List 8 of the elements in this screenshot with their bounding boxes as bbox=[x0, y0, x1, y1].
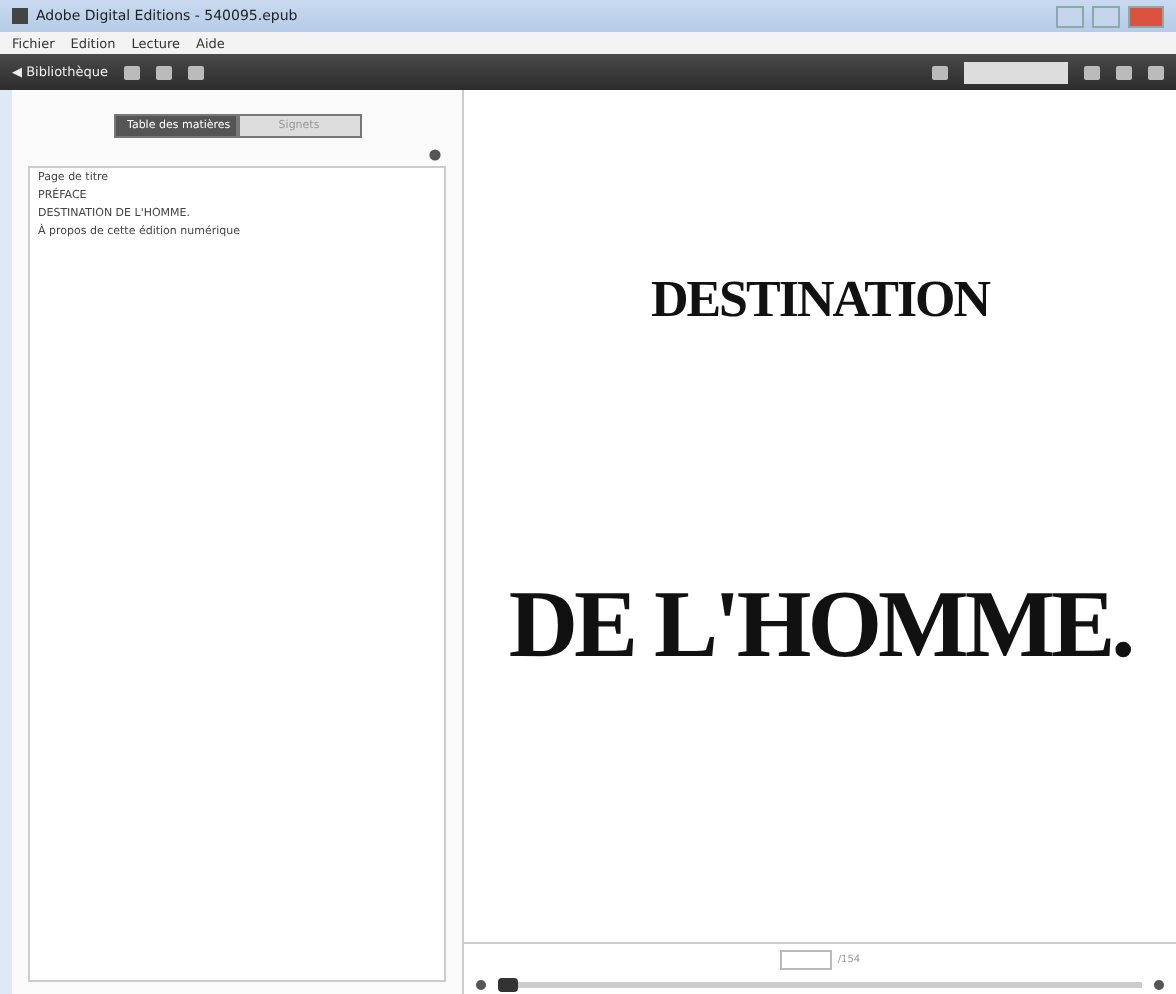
page-heading: DESTINATION bbox=[650, 270, 990, 330]
progress-track[interactable] bbox=[498, 982, 1142, 988]
search-field[interactable] bbox=[964, 61, 1068, 83]
app-icon bbox=[12, 8, 28, 24]
page-heading: DE L'HOMME. bbox=[508, 570, 1132, 680]
close-button[interactable] bbox=[1128, 5, 1164, 27]
page-number-field[interactable] bbox=[779, 950, 832, 970]
progress-thumb[interactable] bbox=[498, 978, 518, 992]
